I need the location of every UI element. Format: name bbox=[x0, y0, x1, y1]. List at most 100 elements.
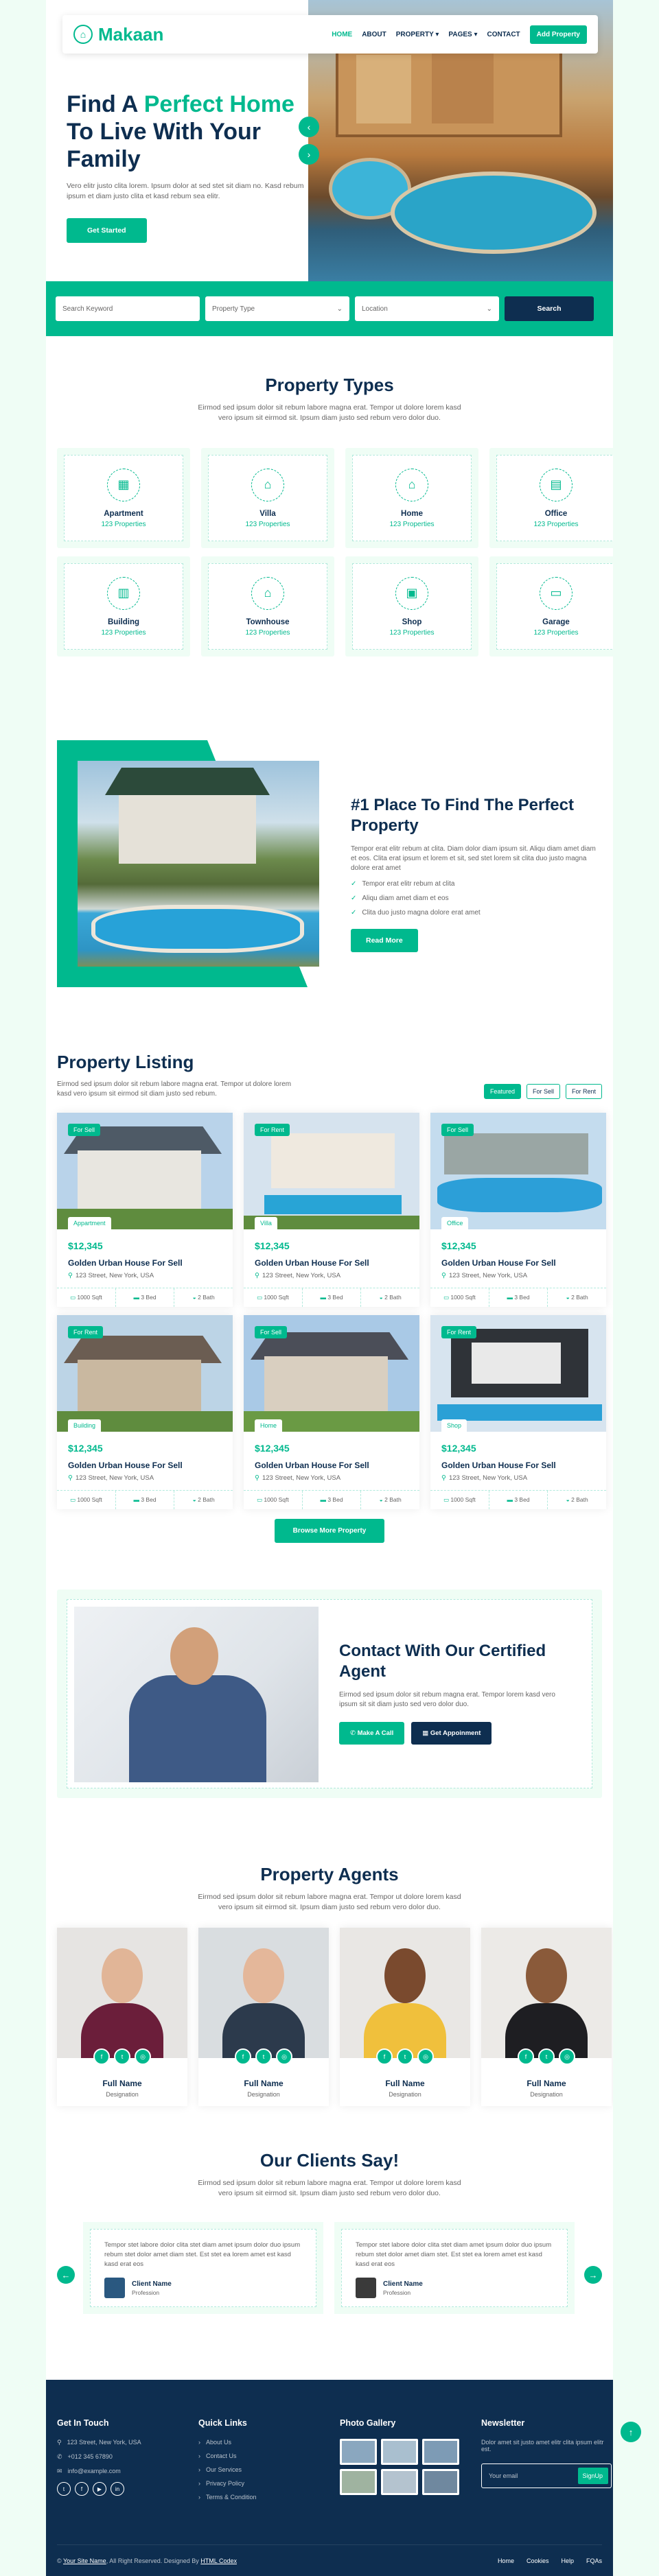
facebook-icon[interactable]: f bbox=[75, 2482, 89, 2496]
twitter-icon[interactable]: t bbox=[114, 2048, 130, 2065]
property-title[interactable]: Golden Urban House For Sell bbox=[255, 1461, 408, 1470]
testimonial-prev-button[interactable]: ← bbox=[57, 2266, 75, 2284]
property-card[interactable]: For Sell Office $12,345 Golden Urban House… bbox=[430, 1113, 606, 1307]
footer-phone: +012 345 67890 bbox=[67, 2453, 113, 2460]
property-type-card[interactable]: ⌂ Townhouse 123 Properties bbox=[201, 556, 334, 657]
map-marker-icon: ⚲ bbox=[68, 1474, 73, 1482]
carousel-prev-button[interactable]: ‹ bbox=[299, 117, 319, 137]
property-type-card[interactable]: ▭ Garage 123 Properties bbox=[489, 556, 613, 657]
gallery-thumb[interactable] bbox=[381, 2439, 418, 2465]
search-button[interactable]: Search bbox=[505, 296, 594, 321]
gallery-thumb[interactable] bbox=[340, 2469, 377, 2495]
hero-title-part: To Live With Your Family bbox=[67, 119, 262, 172]
property-address: ⚲ 123 Street, New York, USA bbox=[255, 1474, 408, 1482]
instagram-icon[interactable]: ◎ bbox=[559, 2048, 575, 2065]
newsletter-email-input[interactable]: Your email bbox=[485, 2472, 518, 2479]
footer-link[interactable]: › Privacy Policy bbox=[198, 2480, 329, 2487]
get-started-button[interactable]: Get Started bbox=[67, 218, 147, 243]
property-title[interactable]: Golden Urban House For Sell bbox=[68, 1258, 222, 1268]
tab-for-rent[interactable]: For Rent bbox=[565, 1084, 602, 1099]
property-card[interactable]: For Rent Building $12,345 Golden Urban Hou… bbox=[57, 1315, 233, 1509]
property-type-card[interactable]: ▣ Shop 123 Properties bbox=[345, 556, 478, 657]
gallery-thumb[interactable] bbox=[422, 2469, 459, 2495]
check-item: ✓ Tempor erat elitr rebum at clita bbox=[351, 880, 598, 888]
site-name-link[interactable]: Your Site Name bbox=[63, 2557, 106, 2564]
property-card[interactable]: For Rent Villa $12,345 Golden Urban House … bbox=[244, 1113, 419, 1307]
property-type-card[interactable]: ⌂ Villa 123 Properties bbox=[201, 448, 334, 548]
add-property-button[interactable]: Add Property bbox=[529, 25, 587, 44]
designer-link[interactable]: HTML Codex bbox=[200, 2557, 237, 2564]
browse-more-button[interactable]: Browse More Property bbox=[275, 1519, 384, 1543]
gallery-thumb[interactable] bbox=[422, 2439, 459, 2465]
twitter-icon[interactable]: t bbox=[538, 2048, 555, 2065]
nav-contact[interactable]: CONTACT bbox=[487, 31, 520, 38]
footer-link[interactable]: › About Us bbox=[198, 2439, 329, 2446]
twitter-icon[interactable]: t bbox=[397, 2048, 413, 2065]
logo[interactable]: ⌂ Makaan bbox=[73, 24, 163, 45]
footer-link[interactable]: › Terms & Condition bbox=[198, 2494, 329, 2501]
window-shape bbox=[472, 1343, 561, 1384]
facebook-icon[interactable]: f bbox=[376, 2048, 393, 2065]
property-title[interactable]: Golden Urban House For Sell bbox=[441, 1461, 595, 1470]
footer-bottom-link[interactable]: Home bbox=[498, 2557, 514, 2564]
property-type-card[interactable]: ▤ Office 123 Properties bbox=[489, 448, 613, 548]
property-title[interactable]: Golden Urban House For Sell bbox=[68, 1461, 222, 1470]
make-call-button[interactable]: ✆ Make A Call bbox=[339, 1722, 405, 1745]
testimonial-next-button[interactable]: → bbox=[584, 2266, 602, 2284]
location-select[interactable]: Location ⌄ bbox=[355, 296, 499, 321]
agent-card[interactable]: f t ◎ Full Name Designation bbox=[198, 1928, 329, 2106]
pool-shape bbox=[91, 905, 304, 953]
get-appointment-button[interactable]: ▦ Get Appoinment bbox=[411, 1722, 492, 1745]
property-card[interactable]: For Rent Shop $12,345 Golden Urban House F… bbox=[430, 1315, 606, 1509]
address-text: 123 Street, New York, USA bbox=[75, 1272, 154, 1279]
property-image: For Rent Shop bbox=[430, 1315, 606, 1432]
nav-property[interactable]: PROPERTY ▾ bbox=[396, 31, 439, 38]
search-keyword-input[interactable]: Search Keyword bbox=[56, 296, 200, 321]
type-name: Building bbox=[108, 617, 139, 626]
area-text: 1000 Sqft bbox=[450, 1294, 476, 1301]
instagram-icon[interactable]: ◎ bbox=[135, 2048, 151, 2065]
check-icon: ✓ bbox=[351, 895, 357, 902]
agent-card[interactable]: f t ◎ Full Name Designation bbox=[481, 1928, 612, 2106]
instagram-icon[interactable]: ◎ bbox=[417, 2048, 434, 2065]
carousel-next-button[interactable]: › bbox=[299, 144, 319, 165]
tab-for-sell[interactable]: For Sell bbox=[526, 1084, 560, 1099]
nav-about[interactable]: ABOUT bbox=[362, 31, 386, 38]
property-type-select[interactable]: Property Type ⌄ bbox=[205, 296, 349, 321]
gallery-thumb[interactable] bbox=[340, 2439, 377, 2465]
property-type-card[interactable]: ⌂ Home 123 Properties bbox=[345, 448, 478, 548]
property-card[interactable]: For Sell Appartment $12,345 Golden Urban H… bbox=[57, 1113, 233, 1307]
agent-card[interactable]: f t ◎ Full Name Designation bbox=[340, 1928, 470, 2106]
gallery-thumb[interactable] bbox=[381, 2469, 418, 2495]
property-title[interactable]: Golden Urban House For Sell bbox=[441, 1258, 595, 1268]
agent-image bbox=[74, 1607, 319, 1782]
twitter-icon[interactable]: t bbox=[255, 2048, 272, 2065]
back-to-top-button[interactable]: ↑ bbox=[621, 2422, 641, 2442]
tab-featured[interactable]: Featured bbox=[483, 1084, 521, 1099]
linkedin-icon[interactable]: in bbox=[111, 2482, 124, 2496]
agent-card[interactable]: f t ◎ Full Name Designation bbox=[57, 1928, 187, 2106]
facebook-icon[interactable]: f bbox=[518, 2048, 534, 2065]
property-title[interactable]: Golden Urban House For Sell bbox=[255, 1258, 408, 1268]
facebook-icon[interactable]: f bbox=[235, 2048, 251, 2065]
footer-bottom-link[interactable]: Cookies bbox=[527, 2557, 549, 2564]
footer-link[interactable]: › Contact Us bbox=[198, 2453, 329, 2459]
sale-tag: For Rent bbox=[441, 1326, 477, 1338]
ruler-icon: ▭ bbox=[256, 1496, 262, 1503]
footer-bottom-link[interactable]: FQAs bbox=[586, 2557, 602, 2564]
property-card[interactable]: For Sell Home $12,345 Golden Urban House F… bbox=[244, 1315, 419, 1509]
youtube-icon[interactable]: ▶ bbox=[93, 2482, 106, 2496]
area: ▭ 1000 Sqft bbox=[57, 1288, 116, 1307]
read-more-button[interactable]: Read More bbox=[351, 929, 418, 952]
nav-home[interactable]: HOME bbox=[332, 31, 352, 38]
arrow-right-icon: → bbox=[588, 2269, 598, 2280]
footer-bottom-link[interactable]: Help bbox=[561, 2557, 574, 2564]
calendar-icon: ▦ bbox=[422, 1729, 429, 1737]
facebook-icon[interactable]: f bbox=[93, 2048, 110, 2065]
twitter-icon[interactable]: t bbox=[57, 2482, 71, 2496]
instagram-icon[interactable]: ◎ bbox=[276, 2048, 292, 2065]
nav-pages[interactable]: PAGES ▾ bbox=[448, 31, 477, 38]
property-type-card[interactable]: ▥ Building 123 Properties bbox=[57, 556, 190, 657]
signup-button[interactable]: SignUp bbox=[578, 2468, 608, 2484]
property-type-card[interactable]: ▦ Apartment 123 Properties bbox=[57, 448, 190, 548]
